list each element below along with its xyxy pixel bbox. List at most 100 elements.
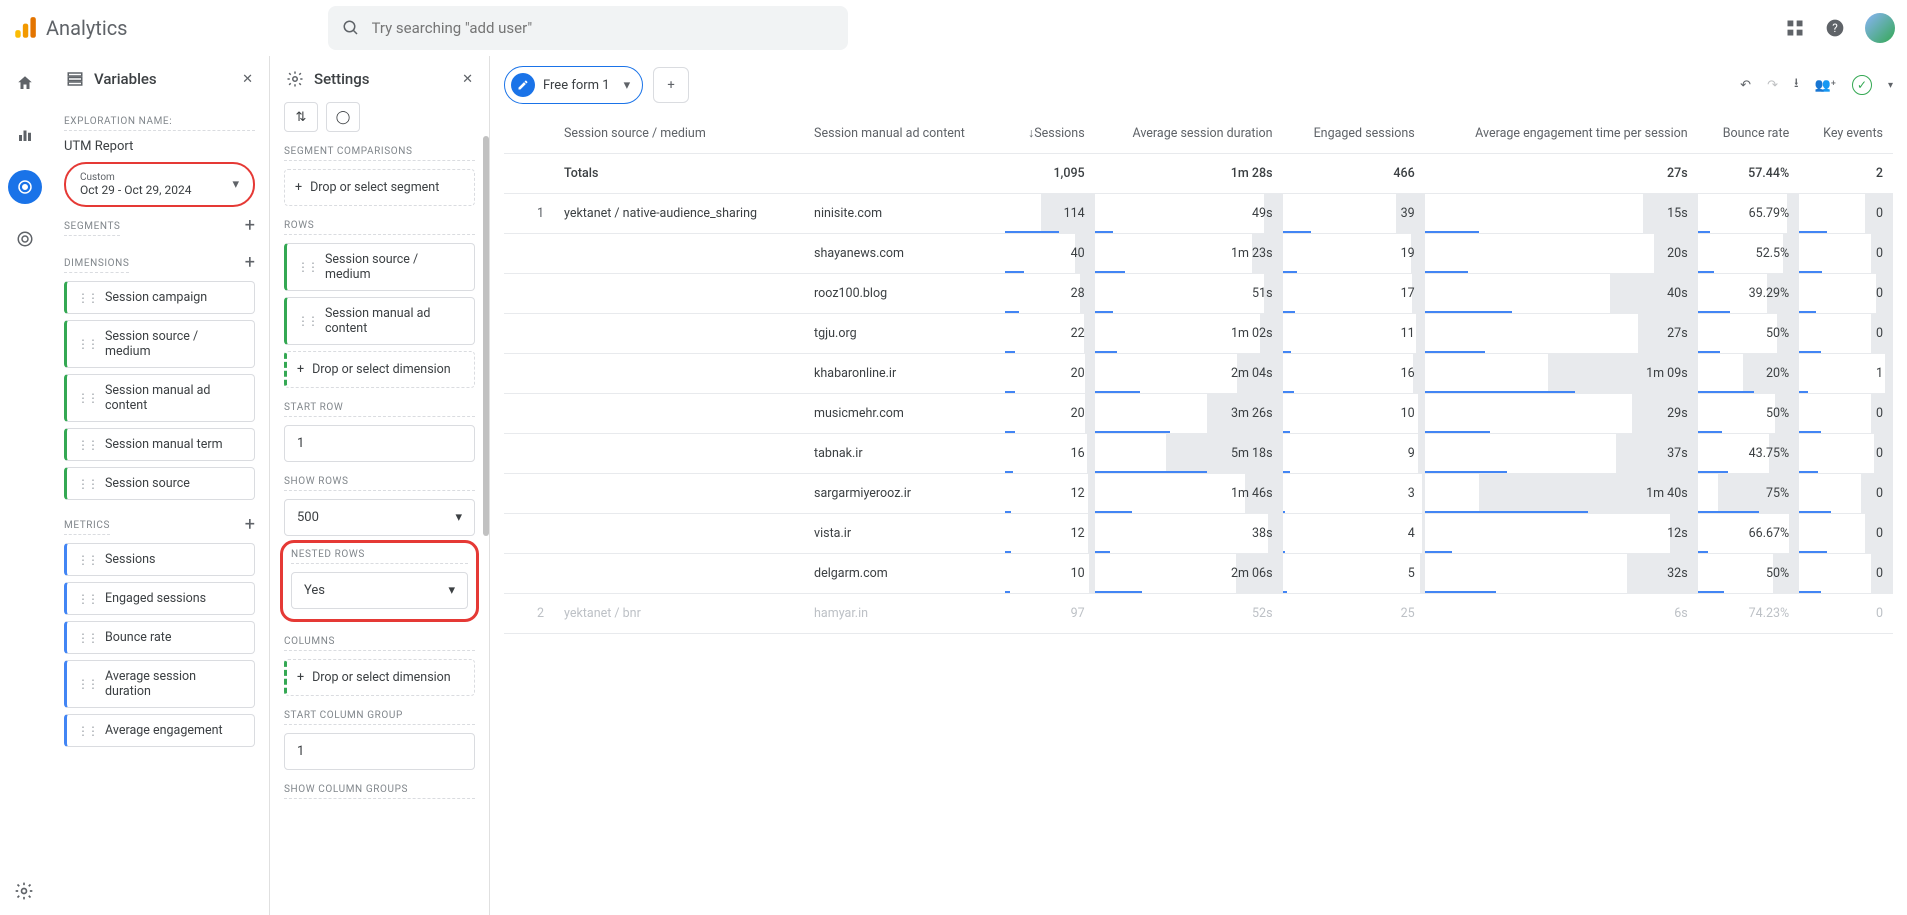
chip[interactable]: ⋮⋮Session source / medium bbox=[284, 243, 475, 291]
col-header[interactable]: Engaged sessions bbox=[1283, 114, 1425, 154]
drag-icon: ⋮⋮ bbox=[77, 631, 97, 645]
drag-icon: ⋮⋮ bbox=[77, 291, 97, 305]
col-header[interactable]: Average engagement time per session bbox=[1425, 114, 1698, 154]
drag-icon: ⋮⋮ bbox=[77, 438, 97, 452]
technique-option[interactable]: ⇅ bbox=[284, 102, 318, 132]
variables-icon bbox=[66, 70, 84, 88]
report-main: Free form 1 ▾ + ↶ ↷ ⭳ 👥⁺ ✓ ▾ Session sou… bbox=[490, 56, 1907, 915]
chevron-down-icon[interactable]: ▾ bbox=[624, 78, 631, 93]
show-rows-label: SHOW ROWS bbox=[284, 476, 475, 491]
chip[interactable]: ⋮⋮Session source bbox=[64, 467, 255, 500]
drop-column-dimension[interactable]: +Drop or select dimension bbox=[284, 659, 475, 696]
share-icon[interactable]: 👥⁺ bbox=[1815, 78, 1836, 93]
table-row[interactable]: tabnak.ir165m 18s937s43.75%0 bbox=[504, 434, 1893, 474]
nested-rows-select[interactable]: Yes▾ bbox=[291, 572, 468, 609]
drag-icon: ⋮⋮ bbox=[77, 553, 97, 567]
chip[interactable]: ⋮⋮Average session duration bbox=[64, 660, 255, 708]
col-header[interactable]: Key events bbox=[1799, 114, 1893, 154]
drag-icon: ⋮⋮ bbox=[77, 391, 97, 405]
drag-icon: ⋮⋮ bbox=[297, 260, 317, 274]
top-right-actions: ? bbox=[1785, 13, 1895, 43]
chevron-down-icon: ▾ bbox=[232, 177, 239, 192]
start-col-label: START COLUMN GROUP bbox=[284, 710, 475, 725]
dimensions-label: DIMENSIONS bbox=[64, 258, 129, 273]
nav-advertising[interactable] bbox=[8, 222, 42, 256]
search-bar[interactable] bbox=[328, 6, 848, 50]
add-metric-icon[interactable]: + bbox=[245, 514, 255, 535]
admin-gear-icon[interactable] bbox=[14, 881, 34, 901]
chevron-down-icon[interactable]: ▾ bbox=[1888, 80, 1893, 91]
source-medium-cell: yektanet / native-audience_sharing bbox=[554, 194, 804, 234]
nav-reports[interactable] bbox=[8, 118, 42, 152]
col-header[interactable]: Average session duration bbox=[1095, 114, 1283, 154]
nested-rows-highlight: NESTED ROWS Yes▾ bbox=[280, 540, 479, 622]
table-row[interactable]: delgarm.com102m 06s532s50%0 bbox=[504, 554, 1893, 594]
col-header[interactable]: Bounce rate bbox=[1698, 114, 1800, 154]
table-row[interactable]: vista.ir1238s412s66.67%0 bbox=[504, 514, 1893, 554]
chip[interactable]: ⋮⋮Session manual ad content bbox=[64, 374, 255, 422]
search-icon bbox=[342, 19, 360, 37]
col-header[interactable]: ↓Sessions bbox=[1005, 114, 1095, 154]
chip[interactable]: ⋮⋮Average engagement bbox=[64, 714, 255, 747]
edit-icon bbox=[511, 73, 535, 97]
col-header[interactable]: Session source / medium bbox=[554, 114, 804, 154]
close-settings-icon[interactable]: ✕ bbox=[462, 72, 473, 87]
chip[interactable]: ⋮⋮Sessions bbox=[64, 543, 255, 576]
add-dimension-icon[interactable]: + bbox=[245, 252, 255, 273]
drag-icon: ⋮⋮ bbox=[77, 337, 97, 351]
download-icon[interactable]: ⭳ bbox=[1794, 74, 1799, 96]
variables-title: Variables bbox=[94, 70, 157, 88]
rows-label: ROWS bbox=[284, 220, 475, 235]
start-row-input[interactable]: 1 bbox=[284, 425, 475, 462]
drag-icon: ⋮⋮ bbox=[297, 314, 317, 328]
totals-row: Totals1,0951m 28s46627s57.44%2 bbox=[504, 154, 1893, 194]
nav-home[interactable] bbox=[8, 66, 42, 100]
table-row-faded: 2yektanet / bnrhamyar.in9752s256s74.23%0 bbox=[504, 594, 1893, 634]
add-segment-icon[interactable]: + bbox=[245, 215, 255, 236]
segments-label: SEGMENTS bbox=[64, 221, 120, 236]
start-col-input[interactable]: 1 bbox=[284, 733, 475, 770]
visualization-option[interactable]: ◯ bbox=[326, 102, 360, 132]
drag-icon: ⋮⋮ bbox=[77, 677, 97, 691]
drop-segment[interactable]: +Drop or select segment bbox=[284, 169, 475, 206]
chip[interactable]: ⋮⋮Session campaign bbox=[64, 281, 255, 314]
scrollbar[interactable] bbox=[483, 136, 489, 536]
help-icon[interactable]: ? bbox=[1825, 18, 1845, 38]
drag-icon: ⋮⋮ bbox=[77, 477, 97, 491]
table-row[interactable]: rooz100.blog2851s1740s39.29%0 bbox=[504, 274, 1893, 314]
apps-icon[interactable] bbox=[1785, 18, 1805, 38]
table-row[interactable]: shayanews.com401m 23s1920s52.5%0 bbox=[504, 234, 1893, 274]
chip[interactable]: ⋮⋮Session source / medium bbox=[64, 320, 255, 368]
svg-text:?: ? bbox=[1832, 21, 1838, 35]
redo-icon[interactable]: ↷ bbox=[1767, 78, 1778, 93]
table-row[interactable]: musicmehr.com203m 26s1029s50%0 bbox=[504, 394, 1893, 434]
add-tab-button[interactable]: + bbox=[653, 67, 689, 103]
drop-row-dimension[interactable]: +Drop or select dimension bbox=[284, 351, 475, 388]
close-variables-icon[interactable]: ✕ bbox=[242, 72, 253, 87]
exploration-name[interactable]: UTM Report bbox=[64, 139, 255, 154]
avatar[interactable] bbox=[1865, 13, 1895, 43]
table-row[interactable]: tgju.org221m 02s1127s50%0 bbox=[504, 314, 1893, 354]
exploration-name-label: EXPLORATION NAME: bbox=[64, 116, 255, 131]
tab-free-form[interactable]: Free form 1 ▾ bbox=[504, 66, 643, 104]
settings-title: Settings bbox=[314, 70, 370, 88]
table-row[interactable]: 1yektanet / native-audience_sharingninis… bbox=[504, 194, 1893, 234]
logo[interactable]: Analytics bbox=[12, 15, 128, 41]
columns-label: COLUMNS bbox=[284, 636, 475, 651]
chip[interactable]: ⋮⋮Session manual ad content bbox=[284, 297, 475, 345]
chevron-down-icon: ▾ bbox=[455, 510, 462, 525]
nav-explore[interactable] bbox=[8, 170, 42, 204]
date-range-picker[interactable]: Custom Oct 29 - Oct 29, 2024 ▾ bbox=[64, 162, 255, 207]
col-header[interactable]: Session manual ad content bbox=[804, 114, 1005, 154]
search-input[interactable] bbox=[372, 19, 834, 37]
table-row[interactable]: khabaronline.ir202m 04s161m 09s20%1 bbox=[504, 354, 1893, 394]
tab-row: Free form 1 ▾ + ↶ ↷ ⭳ 👥⁺ ✓ ▾ bbox=[490, 56, 1907, 114]
table-row[interactable]: sargarmiyerooz.ir121m 46s31m 40s75%0 bbox=[504, 474, 1893, 514]
drag-icon: ⋮⋮ bbox=[77, 592, 97, 606]
chip[interactable]: ⋮⋮Engaged sessions bbox=[64, 582, 255, 615]
status-check-icon[interactable]: ✓ bbox=[1852, 75, 1872, 95]
chip[interactable]: ⋮⋮Session manual term bbox=[64, 428, 255, 461]
chip[interactable]: ⋮⋮Bounce rate bbox=[64, 621, 255, 654]
show-rows-select[interactable]: 500▾ bbox=[284, 499, 475, 536]
undo-icon[interactable]: ↶ bbox=[1740, 78, 1751, 93]
